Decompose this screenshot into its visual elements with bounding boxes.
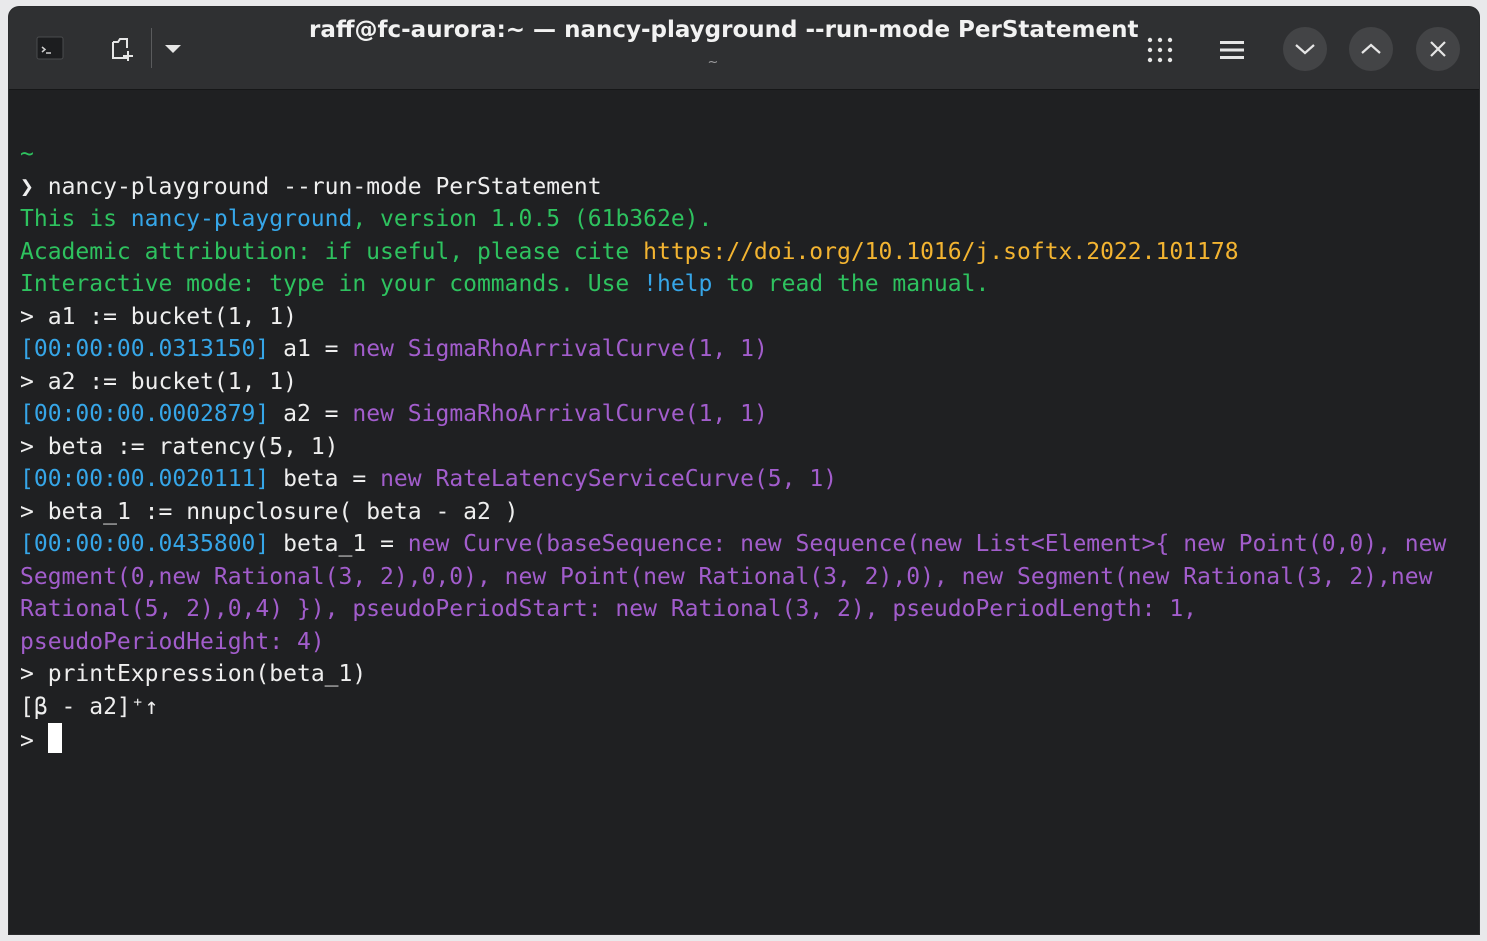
variable-name: beta_1 [283,531,367,557]
terminal-icon [36,36,64,60]
input-line: > a1 := bucket(1, 1) [20,301,1470,334]
command-text: nancy-playground --run-mode PerStatement [47,173,602,200]
input-line: > a2 := bucket(1, 1) [20,366,1470,399]
equals-sign: = [324,336,339,362]
timestamp: [00:00:00.0020111] [20,466,270,492]
toolbar-separator [151,28,152,68]
input-prompt: > [20,661,34,687]
menu-button[interactable] [1215,33,1249,67]
banner-text: to read the manual. [712,271,990,297]
maximize-button[interactable] [1349,27,1393,71]
input-text: beta := ratency(5, 1) [47,433,339,460]
result-line: [00:00:00.0002879] a2 = new SigmaRhoArri… [20,398,1470,431]
input-text: printExpression(beta_1) [47,661,367,687]
chevron-down-icon [165,45,181,53]
cwd-line: ~ [20,141,34,167]
input-text: a1 := bucket(1, 1) [47,303,297,330]
banner-help-line: Interactive mode: type in your commands.… [20,268,1470,301]
hamburger-menu-icon [1220,41,1244,59]
variable-name: a1 [283,336,311,362]
banner-text: Academic attribution: if useful, please … [20,238,644,265]
result-value: new SigmaRhoArrivalCurve(1, 1) [352,401,768,427]
result-line: [00:00:00.0020111] beta = new RateLatenc… [20,463,1470,496]
result-line: [00:00:00.0435800] beta_1 = new Curve(ba… [20,528,1470,658]
variable-name: a2 [283,401,311,427]
timestamp: [00:00:00.0313150] [20,336,270,362]
close-icon [1430,41,1446,57]
input-prompt: > [20,728,34,754]
timestamp: [00:00:00.0435800] [20,531,270,557]
result-line: [00:00:00.0313150] a1 = new SigmaRhoArri… [20,333,1470,366]
minimize-button[interactable] [1283,27,1327,71]
input-prompt: > [20,303,34,330]
banner-text: Interactive mode: type in your commands.… [20,271,644,297]
new-tab-icon [112,38,133,61]
input-prompt: > [20,368,34,395]
input-prompt: > [20,433,34,460]
window-title: raff@fc-aurora:~ — nancy-playground --ru… [309,17,1139,43]
expression-output: [β - a2]⁺↑ [20,693,159,720]
window-subtitle: ~ [707,55,719,70]
help-command: !help [643,271,713,297]
prompt-symbol: ❯ [20,173,34,200]
grid-icon [1147,37,1173,63]
terminal-app-button[interactable] [35,33,65,63]
terminal-window: raff@fc-aurora:~ — nancy-playground --ru… [9,7,1479,934]
active-prompt-line[interactable]: > [20,723,1470,756]
chevron-up-icon [1361,43,1381,54]
equals-sign: = [380,531,394,557]
input-line: > beta_1 := nnupclosure( beta - a2 ) [20,496,1470,529]
timestamp: [00:00:00.0002879] [20,401,270,427]
input-line: > printExpression(beta_1) [20,658,1470,691]
result-value: new RateLatencyServiceCurve(5, 1) [380,466,838,492]
input-line: > beta := ratency(5, 1) [20,431,1470,464]
result-value: new SigmaRhoArrivalCurve(1, 1) [352,336,768,362]
text-cursor [47,723,62,753]
doi-link[interactable]: https://doi.org/10.1016/j.softx.2022.101… [643,239,1238,265]
close-button[interactable] [1416,27,1460,71]
input-text: a2 := bucket(1, 1) [47,368,297,395]
banner-attribution-line: Academic attribution: if useful, please … [20,236,1470,269]
chevron-down-icon [1295,44,1315,55]
input-prompt: > [20,498,34,525]
grid-button[interactable] [1143,33,1177,67]
terminal-output[interactable]: ~ ❯ nancy-playground --run-mode PerState… [20,138,1470,918]
banner-version-line: This is nancy-playground, version 1.0.5 … [20,203,1470,236]
app-name: nancy-playground [130,206,353,232]
titlebar: raff@fc-aurora:~ — nancy-playground --ru… [9,7,1479,90]
new-tab-button[interactable] [105,32,139,66]
banner-text: This is [20,206,131,232]
equals-sign: = [324,401,339,427]
variable-name: beta [283,466,339,492]
command-line: ❯ nancy-playground --run-mode PerStateme… [20,171,1470,204]
new-tab-dropdown-button[interactable] [159,35,187,63]
equals-sign: = [352,466,367,492]
input-text: beta_1 := nnupclosure( beta - a2 ) [47,498,519,525]
banner-text: , version 1.0.5 (61b362e). [352,206,713,232]
